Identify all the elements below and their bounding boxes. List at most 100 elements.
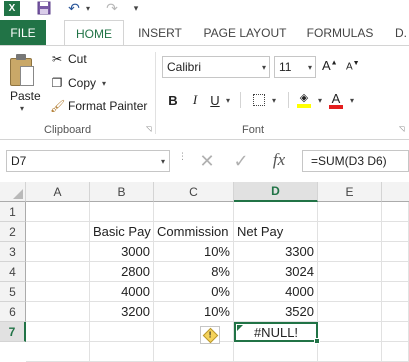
grid-cell[interactable]: [318, 302, 382, 322]
cell-b3[interactable]: 3000: [90, 242, 154, 262]
cell-c2[interactable]: Commission: [154, 222, 234, 242]
row-header-6[interactable]: 6: [0, 302, 26, 322]
font-name-select[interactable]: Calibri ▾: [162, 56, 270, 78]
paste-button[interactable]: Paste: [10, 89, 41, 103]
active-cell-d7[interactable]: #NULL!: [234, 322, 320, 344]
save-icon[interactable]: [36, 0, 52, 16]
fill-handle[interactable]: [314, 338, 320, 344]
grid-cell[interactable]: [234, 342, 318, 362]
enter-check-icon[interactable]: ✓: [230, 150, 252, 172]
tab-insert[interactable]: INSERT: [136, 20, 184, 45]
paste-dropdown-icon[interactable]: ▾: [20, 104, 24, 113]
grid-cell[interactable]: [318, 242, 382, 262]
paste-icon[interactable]: [10, 54, 36, 88]
grid-cell[interactable]: [382, 282, 409, 302]
cell-c4[interactable]: 8%: [154, 262, 234, 282]
tab-page-layout[interactable]: PAGE LAYOUT: [200, 20, 290, 45]
grid-cell[interactable]: [318, 322, 382, 342]
select-all-corner[interactable]: [0, 182, 26, 202]
grid-cell[interactable]: [318, 282, 382, 302]
grid-cell[interactable]: [26, 222, 90, 242]
grid-cell[interactable]: [382, 262, 409, 282]
grid-cell[interactable]: [26, 282, 90, 302]
grid-cell[interactable]: [318, 222, 382, 242]
undo-icon[interactable]: ↶: [66, 0, 82, 16]
grid-cell[interactable]: [26, 302, 90, 322]
fill-color-button[interactable]: ◈: [296, 90, 312, 110]
cell-d4[interactable]: 3024: [234, 262, 318, 282]
grid-cell[interactable]: [318, 342, 382, 362]
excel-logo-icon[interactable]: X: [4, 1, 20, 16]
column-header-a[interactable]: A: [26, 182, 90, 202]
grid-cell[interactable]: [154, 342, 234, 362]
grid-cell[interactable]: [382, 302, 409, 322]
cancel-icon[interactable]: ✕: [196, 150, 218, 172]
grid-cell[interactable]: [26, 202, 90, 222]
decrease-font-size-button[interactable]: A▼: [346, 60, 360, 72]
fill-color-dropdown-icon[interactable]: ▾: [316, 90, 324, 110]
font-color-button[interactable]: A: [328, 90, 344, 110]
row-header-5[interactable]: 5: [0, 282, 26, 302]
grid-cell[interactable]: [154, 322, 234, 342]
underline-dropdown-icon[interactable]: ▾: [224, 90, 232, 110]
cell-c3[interactable]: 10%: [154, 242, 234, 262]
grid-cell[interactable]: [90, 202, 154, 222]
clipboard-dialog-launcher-icon[interactable]: ◹: [146, 126, 154, 134]
cell-b2[interactable]: Basic Pay: [90, 222, 154, 242]
grid-cell[interactable]: [90, 322, 154, 342]
tab-home[interactable]: HOME: [64, 20, 124, 46]
grid-cell[interactable]: [318, 262, 382, 282]
cell-b5[interactable]: 4000: [90, 282, 154, 302]
font-dialog-launcher-icon[interactable]: ◹: [399, 126, 407, 134]
cell-d2[interactable]: Net Pay: [234, 222, 318, 242]
grid-cell[interactable]: [382, 322, 409, 342]
grid-cell[interactable]: [26, 242, 90, 262]
grid-cell[interactable]: [382, 202, 409, 222]
cell-c6[interactable]: 10%: [154, 302, 234, 322]
grid-cell[interactable]: [26, 322, 90, 342]
customize-quick-access-icon[interactable]: ▾: [130, 0, 142, 16]
borders-dropdown-icon[interactable]: ▾: [270, 90, 278, 110]
increase-font-size-button[interactable]: A▲: [322, 58, 338, 73]
copy-dropdown-icon[interactable]: ▾: [102, 79, 106, 88]
grid-cell[interactable]: [26, 342, 90, 362]
tab-data[interactable]: D.: [386, 20, 409, 45]
font-color-dropdown-icon[interactable]: ▾: [348, 90, 356, 110]
column-header-b[interactable]: B: [90, 182, 154, 202]
row-header-3[interactable]: 3: [0, 242, 26, 262]
underline-button[interactable]: U: [208, 90, 222, 110]
cut-button[interactable]: ✂ Cut: [50, 52, 87, 66]
italic-button[interactable]: I: [188, 90, 202, 110]
grid-cell[interactable]: [382, 222, 409, 242]
row-header-2[interactable]: 2: [0, 222, 26, 242]
cell-d3[interactable]: 3300: [234, 242, 318, 262]
grid-cell[interactable]: [382, 242, 409, 262]
cell-d6[interactable]: 3520: [234, 302, 318, 322]
column-header-c[interactable]: C: [154, 182, 234, 202]
copy-button[interactable]: ❐ Copy ▾: [50, 76, 106, 90]
undo-dropdown-icon[interactable]: ▾: [84, 0, 92, 16]
grid-cell[interactable]: [318, 202, 382, 222]
formula-input[interactable]: =SUM(D3 D6): [302, 150, 409, 172]
row-header-1[interactable]: 1: [0, 202, 26, 222]
tab-formulas[interactable]: FORMULAS: [304, 20, 376, 45]
grid-cell[interactable]: [90, 342, 154, 362]
borders-button[interactable]: [252, 90, 266, 110]
formula-bar-resize-handle[interactable]: ⋮: [178, 152, 187, 161]
cell-b6[interactable]: 3200: [90, 302, 154, 322]
row-header-7[interactable]: 7: [0, 322, 26, 342]
name-box[interactable]: D7 ▾: [6, 150, 170, 172]
tab-file[interactable]: FILE: [0, 20, 46, 45]
column-header-next[interactable]: [382, 182, 409, 202]
grid-cell[interactable]: [234, 202, 318, 222]
column-header-e[interactable]: E: [318, 182, 382, 202]
error-options-button[interactable]: !: [200, 326, 220, 344]
column-header-d[interactable]: D: [234, 182, 318, 202]
grid-cell[interactable]: [26, 262, 90, 282]
redo-icon[interactable]: ↷: [104, 0, 120, 16]
format-painter-button[interactable]: 🖌 Format Painter: [50, 99, 147, 113]
cell-c5[interactable]: 0%: [154, 282, 234, 302]
grid-cell[interactable]: [382, 342, 409, 362]
bold-button[interactable]: B: [166, 90, 180, 110]
cell-b4[interactable]: 2800: [90, 262, 154, 282]
